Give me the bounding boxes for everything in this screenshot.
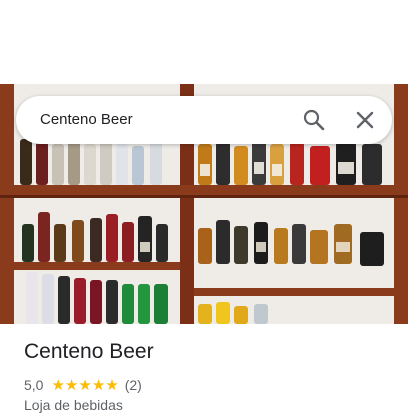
magnifier-icon bbox=[303, 109, 325, 131]
rating-row[interactable]: 5,0 ★ ★ ★ ★ ★ (2) bbox=[24, 376, 142, 394]
rating-stars: ★ ★ ★ ★ ★ bbox=[51, 378, 118, 393]
star-icon: ★ bbox=[51, 376, 65, 394]
close-button[interactable] bbox=[349, 104, 381, 136]
search-button[interactable] bbox=[298, 104, 330, 136]
star-icon: ★ bbox=[105, 376, 119, 394]
star-icon: ★ bbox=[78, 376, 92, 394]
star-icon: ★ bbox=[91, 376, 106, 394]
search-query-text[interactable]: Centeno Beer bbox=[40, 96, 133, 144]
close-icon bbox=[356, 111, 374, 129]
rating-value: 5,0 bbox=[24, 377, 44, 393]
place-title: Centeno Beer bbox=[24, 340, 154, 363]
review-count[interactable]: (2) bbox=[125, 377, 142, 393]
place-category: Loja de bebidas bbox=[24, 397, 123, 413]
star-icon: ★ bbox=[64, 376, 79, 394]
search-bar[interactable]: Centeno Beer bbox=[16, 96, 392, 144]
